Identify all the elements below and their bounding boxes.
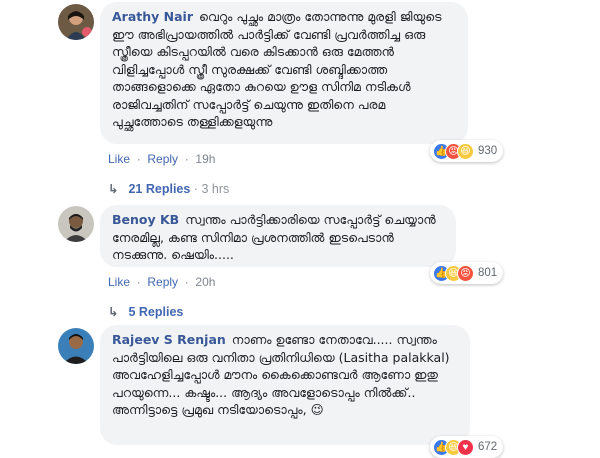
view-replies[interactable]: ↳ 5 Replies [108,304,183,319]
haha-reaction-icon: 😆 [457,142,474,160]
comment-bubble: Rajeev S Renjan നാണം ഉണ്ടോ നേതാവേ..... സ്… [100,325,470,445]
separator: · [181,275,193,289]
reaction-count: 801 [478,267,498,279]
avatar[interactable] [58,206,94,242]
reaction-summary[interactable]: 👍 😆 ♥ 672 [430,436,504,458]
separator: · [133,152,145,166]
comment-bubble: Benoy KB സ്വന്തം പാർട്ടിക്കാരിയെ സപ്പോർട്… [100,205,456,267]
like-link[interactable]: Like [108,152,130,166]
separator: · [133,275,145,289]
reply-arrow-icon: ↳ [108,305,119,319]
view-replies[interactable]: ↳ 21 Replies · 3 hrs [108,181,229,196]
timestamp[interactable]: 19h [195,152,215,166]
avatar[interactable] [58,4,94,40]
reply-link[interactable]: Reply [147,275,178,289]
comments-panel: Arathy Nair വെറും പുച്ഛം മാത്രം തോന്നുന്ന… [54,0,514,458]
comment-author[interactable]: Rajeev S Renjan [112,332,226,347]
reaction-summary[interactable]: 👍 😆 😡 801 [430,262,504,284]
avatar[interactable] [58,328,94,364]
reaction-summary[interactable]: 👍 😡 😆 930 [430,140,504,162]
separator: · [181,152,193,166]
love-reaction-icon: ♥ [457,438,474,456]
comment-text: വെറും പുച്ഛം മാത്രം തോന്നുന്നു മുരളി ജിയ… [112,9,442,129]
reply-arrow-icon: ↳ [108,182,119,196]
angry-reaction-icon: 😡 [457,264,474,282]
replies-label[interactable]: 5 Replies [128,305,183,319]
like-link[interactable]: Like [108,275,130,289]
reaction-count: 672 [478,441,498,453]
replies-time: 3 hrs [201,182,230,196]
comment-bubble: Arathy Nair വെറും പുച്ഛം മാത്രം തോന്നുന്ന… [100,2,468,144]
comment-author[interactable]: Benoy KB [112,212,179,227]
winking-face-icon: 😉 [310,402,324,417]
reaction-count: 930 [478,145,498,157]
replies-label[interactable]: 21 Replies [128,182,190,196]
separator: · [190,182,202,196]
comment-actions: Like · Reply · 19h [108,152,215,166]
comment-author[interactable]: Arathy Nair [112,9,193,24]
timestamp[interactable]: 20h [195,275,215,289]
reply-link[interactable]: Reply [147,152,178,166]
comment-actions: Like · Reply · 20h [108,275,215,289]
